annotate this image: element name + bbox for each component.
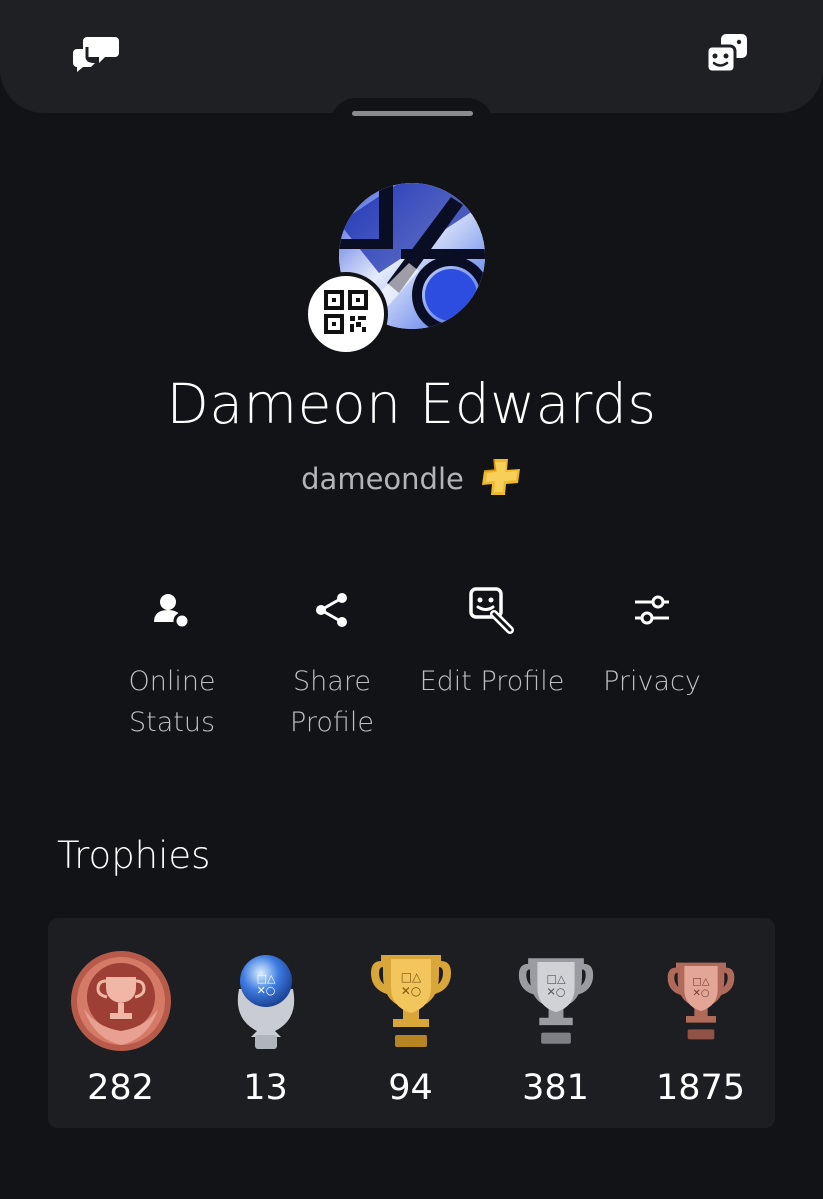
profile-actions: Online Status Share Profile Edit Profile…	[92, 585, 732, 755]
online-id: dameondle	[301, 462, 464, 496]
trophy-platinum: □△ ✕○ 13	[193, 918, 338, 1128]
platinum-trophy-count: 13	[243, 1068, 288, 1108]
bronze-trophy-icon: □△ ✕○	[628, 946, 773, 1056]
gold-trophy-count: 94	[388, 1068, 433, 1108]
share-profile-label: Share Profile	[290, 666, 374, 738]
trophy-bronze: □△ ✕○ 1875	[628, 918, 773, 1128]
bronze-trophy-count: 1875	[655, 1068, 746, 1108]
trophy-level-count: 282	[87, 1068, 154, 1108]
svg-text:✕○: ✕○	[400, 984, 421, 998]
trophy-summary-card[interactable]: 282 □△ ✕○ 13 □△ ✕○ 94 □△ ✕○ 381 □△ ✕○ 18…	[48, 918, 775, 1128]
svg-text:✕○: ✕○	[692, 988, 709, 999]
edit-profile-icon	[412, 585, 572, 635]
display-name: Dameon Edwards	[166, 372, 657, 436]
qr-code-icon	[324, 290, 368, 338]
trophy-gold: □△ ✕○ 94	[338, 918, 483, 1128]
privacy-button[interactable]: Privacy	[572, 585, 732, 702]
sheet-handle[interactable]	[352, 111, 473, 116]
svg-text:□△: □△	[546, 972, 566, 985]
qr-code-button[interactable]	[304, 272, 388, 356]
ps-plus-icon	[480, 457, 522, 501]
privacy-label: Privacy	[603, 666, 701, 697]
top-bar	[0, 0, 823, 128]
silver-trophy-icon: □△ ✕○	[483, 946, 628, 1056]
trophy-silver: □△ ✕○ 381	[483, 918, 628, 1128]
gold-trophy-icon: □△ ✕○	[338, 946, 483, 1056]
svg-text:□△: □△	[692, 976, 709, 987]
chat-bubbles-icon[interactable]	[72, 30, 122, 76]
edit-profile-label: Edit Profile	[419, 666, 565, 697]
online-status-button[interactable]: Online Status	[92, 585, 252, 743]
trophies-title: Trophies	[57, 834, 211, 877]
online-status-label: Online Status	[128, 666, 216, 738]
svg-text:✕○: ✕○	[546, 985, 565, 998]
share-profile-button[interactable]: Share Profile	[252, 585, 412, 743]
svg-text:□△: □△	[400, 970, 421, 984]
edit-profile-button[interactable]: Edit Profile	[412, 585, 572, 702]
trophy-level-icon	[48, 946, 193, 1056]
share-icon	[252, 585, 412, 635]
trophy-level: 282	[48, 918, 193, 1128]
platinum-trophy-icon: □△ ✕○	[193, 946, 338, 1056]
profile-page: Dameon Edwards dameondle Online Status S…	[0, 0, 823, 1199]
sliders-icon	[572, 585, 732, 635]
online-id-row: dameondle	[0, 456, 823, 502]
svg-text:✕○: ✕○	[256, 984, 275, 997]
silver-trophy-count: 381	[522, 1068, 589, 1108]
game-faces-icon[interactable]	[702, 30, 752, 76]
user-status-icon	[92, 585, 252, 635]
